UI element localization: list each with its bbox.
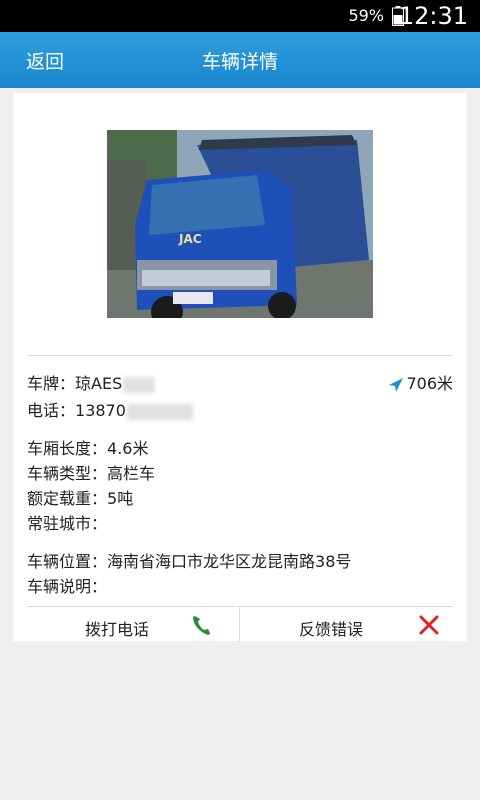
phone-label: 电话：	[27, 401, 76, 420]
plate-label: 车牌：	[27, 374, 76, 393]
vehicle-description-label: 车辆说明：	[27, 577, 108, 596]
box-length-row: 车厢长度：4.6米	[27, 435, 148, 459]
call-phone-label: 拨打电话	[85, 620, 150, 639]
distance-indicator: 706米	[388, 370, 453, 394]
vehicle-type-row: 车辆类型：高栏车	[27, 460, 155, 484]
vehicle-type-value: 高栏车	[107, 464, 156, 483]
phone-icon	[193, 616, 210, 635]
battery-percentage: 59%	[348, 6, 384, 25]
vehicle-location-label: 车辆位置：	[27, 552, 108, 571]
phone-value: 13870	[75, 401, 126, 420]
vehicle-photo: JAC	[107, 130, 373, 318]
navigation-arrow-icon	[389, 377, 404, 392]
box-length-value: 4.6米	[107, 439, 149, 458]
rated-load-value: 5吨	[107, 489, 134, 508]
rated-load-row: 额定载重：5吨	[27, 485, 133, 509]
phone-redacted	[126, 403, 193, 420]
status-bar: 59% 12:31	[0, 0, 480, 32]
truck-brand-logo: JAC	[178, 232, 202, 246]
close-icon	[419, 615, 439, 635]
resident-city-row: 常驻城市：	[27, 510, 107, 534]
action-separator	[239, 607, 240, 642]
plate-redacted	[123, 376, 156, 393]
title-bar: 返回 车辆详情	[0, 32, 480, 88]
vehicle-description-row: 车辆说明：	[27, 573, 107, 597]
clock: 12:31	[398, 2, 468, 30]
report-error-label: 反馈错误	[299, 620, 364, 639]
vehicle-detail-card: JAC 车牌：琼AES 706米 电话：13870 车厢长度：4.6米 车辆类型…	[13, 93, 467, 642]
plate-row: 车牌：琼AES	[27, 370, 156, 394]
resident-city-label: 常驻城市：	[27, 514, 108, 533]
report-error-button[interactable]: 反馈错误	[241, 607, 453, 642]
box-length-label: 车厢长度：	[27, 439, 108, 458]
call-phone-button[interactable]: 拨打电话	[27, 607, 239, 642]
page-title: 车辆详情	[201, 51, 278, 73]
vehicle-location-value: 海南省海口市龙华区龙昆南路38号	[107, 552, 352, 571]
rated-load-label: 额定载重：	[27, 489, 108, 508]
plate-value: 琼AES	[75, 374, 123, 393]
vehicle-type-label: 车辆类型：	[27, 464, 108, 483]
vehicle-location-row: 车辆位置：海南省海口市龙华区龙昆南路38号	[27, 548, 351, 572]
phone-row: 电话：13870	[27, 397, 193, 421]
action-bar: 拨打电话 反馈错误	[27, 606, 453, 642]
distance-value: 706米	[406, 374, 453, 393]
divider	[27, 355, 453, 356]
